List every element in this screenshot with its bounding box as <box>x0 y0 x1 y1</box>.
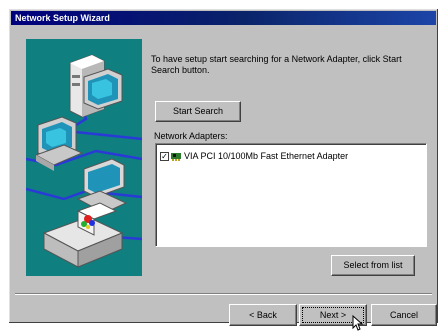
mouse-cursor-icon <box>352 315 364 331</box>
instruction-text: To have setup start searching for a Netw… <box>151 54 402 75</box>
network-adapter-icon <box>171 153 181 161</box>
adapter-label: VIA PCI 10/100Mb Fast Ethernet Adapter <box>184 151 349 161</box>
adapter-checkbox[interactable]: ✓ <box>160 151 169 161</box>
network-illustration-svg <box>26 54 142 268</box>
window-title: Network Setup Wizard <box>15 13 110 23</box>
start-search-button[interactable]: Start Search <box>155 101 241 122</box>
network-setup-wizard-window: Network Setup Wizard To have setup start… <box>8 8 439 331</box>
cancel-button[interactable]: Cancel <box>371 304 437 326</box>
list-item[interactable]: ✓ VIA PCI 10/100Mb Fast Ethernet Adapter <box>160 150 348 162</box>
footer-divider <box>15 293 432 295</box>
network-adapters-label-text: Network Adapters: <box>154 131 228 141</box>
network-computers-illustration <box>26 39 142 276</box>
network-adapters-label: Network Adapters: <box>154 131 228 141</box>
select-from-list-button[interactable]: Select from list <box>331 255 415 276</box>
network-adapters-list[interactable]: ✓ VIA PCI 10/100Mb Fast Ethernet Adapter <box>155 143 427 247</box>
title-bar: Network Setup Wizard <box>11 11 436 25</box>
back-button[interactable]: < Back <box>229 304 297 326</box>
